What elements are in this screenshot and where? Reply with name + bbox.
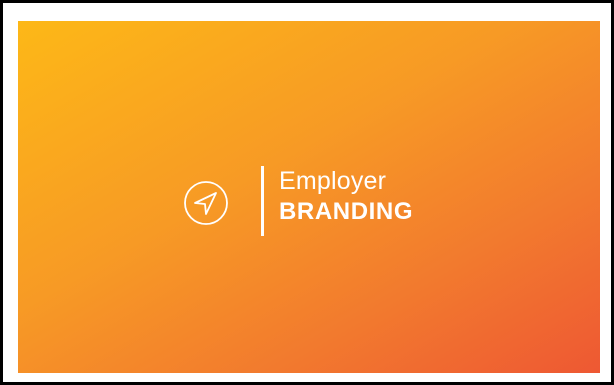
logo-line-branding: BRANDING — [279, 198, 414, 225]
image-frame: Employer BRANDING — [0, 0, 614, 385]
logo-divider — [261, 166, 264, 236]
navigation-arrow-icon — [183, 180, 229, 226]
logo-text: Employer BRANDING — [279, 166, 413, 227]
logo-line-employer: Employer — [279, 167, 387, 195]
employer-branding-logo: Employer BRANDING — [183, 166, 473, 238]
employer-branding-banner: Employer BRANDING — [18, 21, 600, 373]
